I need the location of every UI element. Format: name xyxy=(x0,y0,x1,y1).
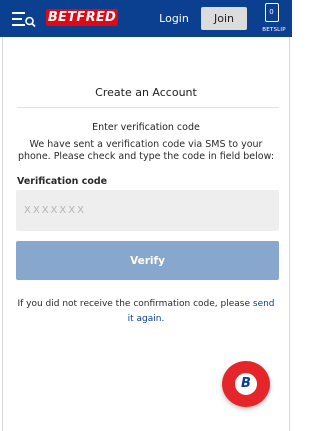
top-bar: BETFRED Login Join 0 BETSLIP xyxy=(0,0,292,37)
menu-search-icon[interactable] xyxy=(12,10,36,28)
resend-text: If you did not receive the confirmation … xyxy=(17,299,250,309)
betfred-chat-icon: B xyxy=(235,373,257,395)
betslip-button[interactable]: 0 BETSLIP xyxy=(256,1,292,37)
verify-button[interactable]: Verify xyxy=(16,241,279,280)
section-title: Enter verification code xyxy=(92,122,200,133)
resend-suffix: . xyxy=(161,314,165,324)
join-button[interactable]: Join xyxy=(201,7,247,30)
betfred-logo[interactable]: BETFRED xyxy=(46,9,118,26)
chat-fab-button[interactable]: B xyxy=(222,361,270,407)
resend-message: If you did not receive the confirmation … xyxy=(14,297,278,327)
verification-code-input[interactable] xyxy=(16,190,279,231)
verification-code-label: Verification code xyxy=(17,176,108,187)
login-button[interactable]: Login xyxy=(152,9,196,29)
info-text: We have sent a verification code via SMS… xyxy=(17,139,275,162)
betslip-label: BETSLIP xyxy=(262,27,286,33)
betslip-count: 0 xyxy=(269,8,274,16)
betslip-icon: 0 xyxy=(265,3,279,22)
divider xyxy=(17,107,279,108)
page-title: Create an Account xyxy=(95,86,197,99)
